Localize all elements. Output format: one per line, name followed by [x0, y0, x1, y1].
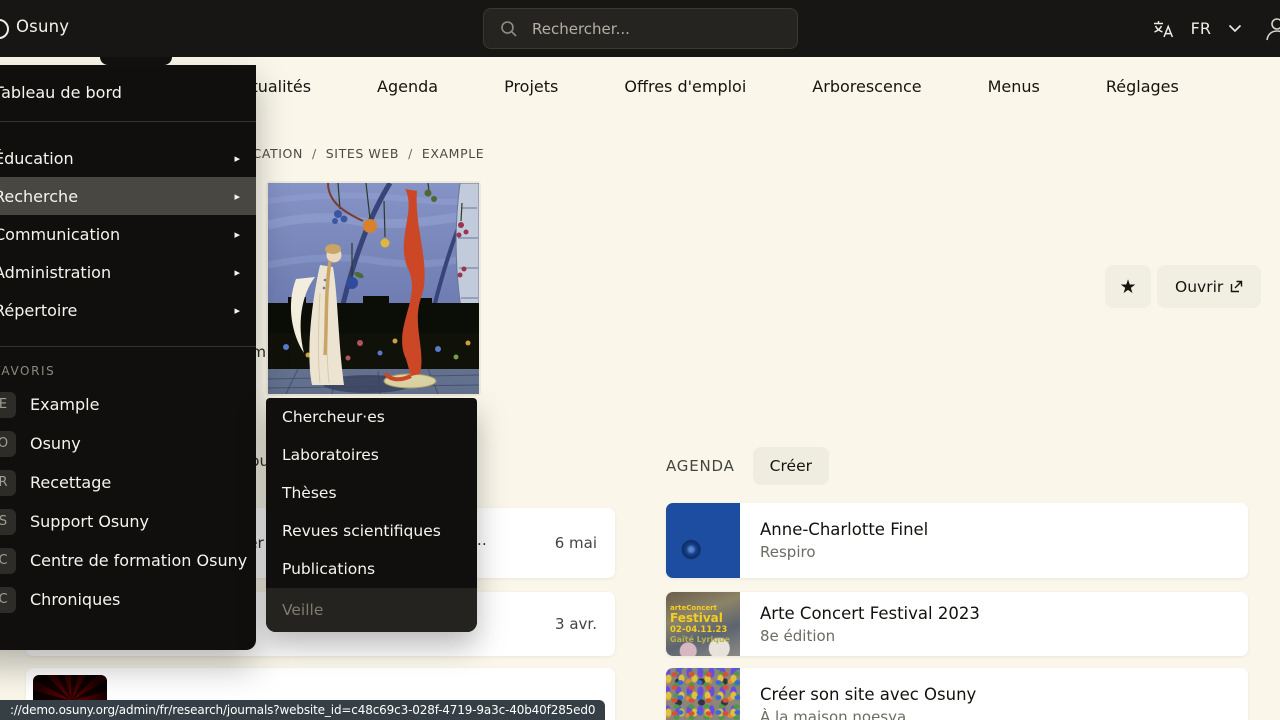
language-selector[interactable]: FR	[1152, 0, 1242, 57]
agenda-card[interactable]: arteConcert Festival 02-04.11.23 Gaîté L…	[666, 592, 1248, 656]
menu-divider	[0, 346, 256, 347]
menu-item-label: Recherche	[0, 187, 78, 206]
menu-item-label: Répertoire	[0, 301, 77, 320]
menu-divider	[0, 121, 256, 122]
submenu-item-theses[interactable]: Thèses	[266, 474, 477, 512]
favorite-item-label: Centre de formation Osuny	[30, 551, 247, 570]
favorite-item-label: Osuny	[30, 434, 81, 453]
breadcrumb-sites-web[interactable]: SITES WEB	[326, 146, 399, 161]
nav-item-menus[interactable]: Menus	[988, 77, 1040, 96]
site-initial-badge: S	[0, 509, 16, 535]
agenda-card[interactable]: Anne-Charlotte Finel Respiro	[666, 503, 1248, 578]
breadcrumb-example: EXAMPLE	[422, 146, 484, 161]
arte-poster-text: 02-04.11.23	[670, 625, 740, 635]
nav-item-arborescence[interactable]: Arborescence	[812, 77, 921, 96]
agenda-item-title: Arte Concert Festival 2023	[760, 604, 1228, 623]
translate-icon	[1152, 19, 1174, 39]
open-site-button[interactable]: Ouvrir	[1157, 265, 1261, 308]
user-icon[interactable]	[1264, 16, 1280, 42]
favorite-item-support-osuny[interactable]: S Support Osuny	[0, 502, 256, 541]
arte-poster-text: Gaîté Lyrique	[670, 635, 740, 644]
submenu-item-publications[interactable]: Publications	[266, 550, 477, 588]
agenda-card[interactable]: Créer son site avec Osuny À la maison no…	[666, 668, 1248, 720]
favorite-item-example[interactable]: E Example	[0, 385, 256, 424]
agenda-item-subtitle: 8e édition	[760, 627, 1228, 645]
agenda-thumbnail	[666, 503, 740, 578]
submenu-item-chercheurs[interactable]: Chercheur·es	[266, 398, 477, 436]
chevron-right-icon: ▸	[234, 152, 240, 165]
site-initial-badge: E	[0, 392, 16, 418]
status-bar-url: ://demo.osuny.org/admin/fr/research/jour…	[0, 700, 605, 720]
menu-item-administration[interactable]: Administration ▸	[0, 253, 256, 291]
agenda-create-button[interactable]: Créer	[753, 447, 829, 485]
agenda-header: AGENDA Créer	[666, 447, 829, 485]
recherche-submenu: Chercheur·es Laboratoires Thèses Revues …	[266, 398, 477, 632]
fairy-tale-illustration	[268, 183, 479, 394]
top-bar: Osuny FR	[0, 0, 1280, 57]
osuny-logo-icon	[0, 19, 9, 39]
agenda-item-subtitle: Respiro	[760, 543, 1228, 561]
brand-name[interactable]: Osuny	[16, 17, 69, 36]
submenu-item-revues-scientifiques[interactable]: Revues scientifiques	[266, 512, 477, 550]
favorite-item-label: Support Osuny	[30, 512, 149, 531]
site-featured-illustration	[266, 181, 481, 396]
global-search[interactable]	[483, 8, 798, 49]
menu-item-repertoire[interactable]: Répertoire ▸	[0, 291, 256, 329]
site-initial-badge: O	[0, 431, 16, 457]
agenda-thumbnail	[666, 668, 740, 720]
favorite-star-button[interactable]: ★	[1105, 265, 1151, 308]
external-link-icon	[1230, 280, 1243, 293]
menu-item-label: Administration	[0, 263, 111, 282]
chevron-down-icon	[1228, 24, 1242, 33]
favorite-item-label: Chroniques	[30, 590, 120, 609]
favorite-item-chroniques[interactable]: C Chroniques	[0, 580, 256, 619]
chevron-right-icon: ▸	[234, 190, 240, 203]
agenda-item-title: Anne-Charlotte Finel	[760, 520, 1228, 539]
site-initial-badge: C	[0, 587, 16, 613]
favorite-item-recettage[interactable]: R Recettage	[0, 463, 256, 502]
agenda-item-subtitle: À la maison noesya	[760, 708, 1228, 720]
arte-poster-text: Festival	[670, 612, 740, 625]
breadcrumb-separator: /	[312, 146, 317, 161]
menu-item-recherche[interactable]: Recherche ▸	[0, 177, 256, 215]
menu-item-communication[interactable]: Communication ▸	[0, 215, 256, 253]
nav-item-reglages[interactable]: Réglages	[1106, 77, 1179, 96]
news-date: 3 avr.	[555, 592, 597, 656]
favorite-item-label: Recettage	[30, 473, 111, 492]
star-icon: ★	[1119, 276, 1136, 298]
menu-item-label: Éducation	[0, 149, 74, 168]
favorites-section-title: FAVORIS	[0, 364, 256, 378]
menu-item-tableau-de-bord[interactable]: Tableau de bord	[0, 65, 256, 119]
site-initial-badge: C	[0, 548, 16, 574]
agenda-thumbnail: arteConcert Festival 02-04.11.23 Gaîté L…	[666, 592, 740, 656]
language-code: FR	[1191, 19, 1211, 38]
osuny-admin-page: m ou er ...	[0, 0, 1280, 720]
chevron-right-icon: ▸	[234, 228, 240, 241]
chevron-right-icon: ▸	[234, 304, 240, 317]
agenda-item-title: Créer son site avec Osuny	[760, 685, 1228, 704]
main-dropdown-menu: Tableau de bord Éducation ▸ Recherche ▸ …	[0, 65, 256, 650]
menu-item-label: Communication	[0, 225, 120, 244]
submenu-item-laboratoires[interactable]: Laboratoires	[266, 436, 477, 474]
breadcrumb-separator: /	[408, 146, 413, 161]
favorite-item-osuny[interactable]: O Osuny	[0, 424, 256, 463]
menu-item-education[interactable]: Éducation ▸	[0, 139, 256, 177]
agenda-section-title: AGENDA	[666, 457, 735, 475]
favorite-item-label: Example	[30, 395, 99, 414]
chevron-right-icon: ▸	[234, 266, 240, 279]
search-input[interactable]	[530, 19, 774, 39]
nav-item-agenda[interactable]: Agenda	[377, 77, 438, 96]
site-initial-badge: R	[0, 470, 16, 496]
search-icon	[500, 20, 518, 38]
submenu-item-veille[interactable]: Veille	[266, 588, 477, 632]
open-site-label: Ouvrir	[1175, 278, 1223, 296]
nav-item-offres-emploi[interactable]: Offres d'emploi	[624, 77, 746, 96]
news-date: 6 mai	[555, 508, 597, 578]
favorite-item-centre-de-formation[interactable]: C Centre de formation Osuny	[0, 541, 256, 580]
nav-item-projets[interactable]: Projets	[504, 77, 558, 96]
